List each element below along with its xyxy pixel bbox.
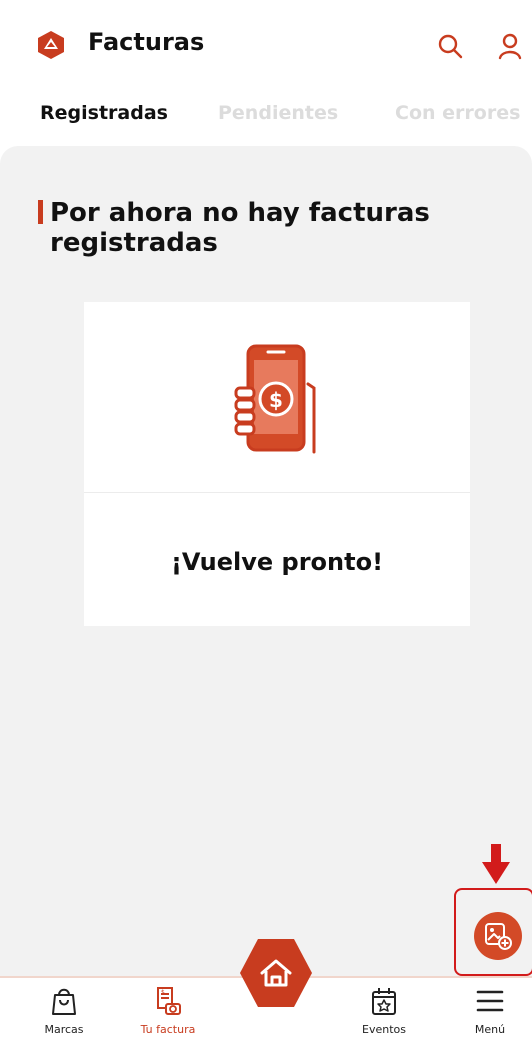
nav-label-eventos: Eventos — [362, 1023, 406, 1036]
add-invoice-button[interactable] — [474, 912, 522, 960]
nav-label-menu: Menú — [474, 1023, 506, 1036]
calendar-star-icon — [372, 988, 396, 1015]
invoice-camera-icon: $ — [157, 987, 181, 1015]
svg-text:$: $ — [161, 989, 165, 996]
nav-item-marcas[interactable]: Marcas — [24, 986, 104, 1042]
tab-con-errores[interactable]: Con errores — [395, 102, 520, 124]
tab-registradas[interactable]: Registradas — [40, 102, 168, 124]
content-panel: Por ahora no hay facturas registradas $ … — [0, 146, 532, 976]
shopping-bag-icon — [52, 988, 76, 1015]
app-header: Facturas — [0, 0, 532, 96]
home-button[interactable] — [238, 937, 314, 1009]
search-icon — [438, 34, 463, 59]
tabs: Registradas Pendientes Con errores — [0, 96, 532, 140]
empty-state-card: $ ¡Vuelve pronto! — [84, 302, 470, 626]
page-title: Facturas — [88, 28, 205, 56]
nav-item-menu[interactable]: Menú — [450, 986, 530, 1042]
add-photo-icon — [485, 923, 512, 950]
nav-label-marcas: Marcas — [44, 1023, 84, 1036]
nav-item-tu-factura[interactable]: $ Tu factura — [128, 986, 208, 1042]
nav-item-eventos[interactable]: Eventos — [344, 986, 424, 1042]
brand-logo-icon — [38, 31, 64, 59]
user-icon — [498, 33, 522, 60]
svg-text:$: $ — [269, 388, 283, 412]
phone-payment-icon: $ — [234, 344, 316, 454]
tab-pendientes[interactable]: Pendientes — [218, 102, 338, 124]
down-arrow-icon — [482, 844, 510, 884]
search-button[interactable] — [436, 32, 464, 60]
nav-label-tu-factura: Tu factura — [140, 1023, 196, 1036]
heading-accent-bar — [38, 200, 43, 224]
user-button[interactable] — [496, 32, 524, 60]
empty-state-heading: Por ahora no hay facturas registradas — [50, 198, 430, 258]
empty-state-illustration-area: $ — [84, 302, 470, 493]
menu-icon — [476, 990, 504, 1012]
empty-state-message: ¡Vuelve pronto! — [170, 548, 384, 576]
